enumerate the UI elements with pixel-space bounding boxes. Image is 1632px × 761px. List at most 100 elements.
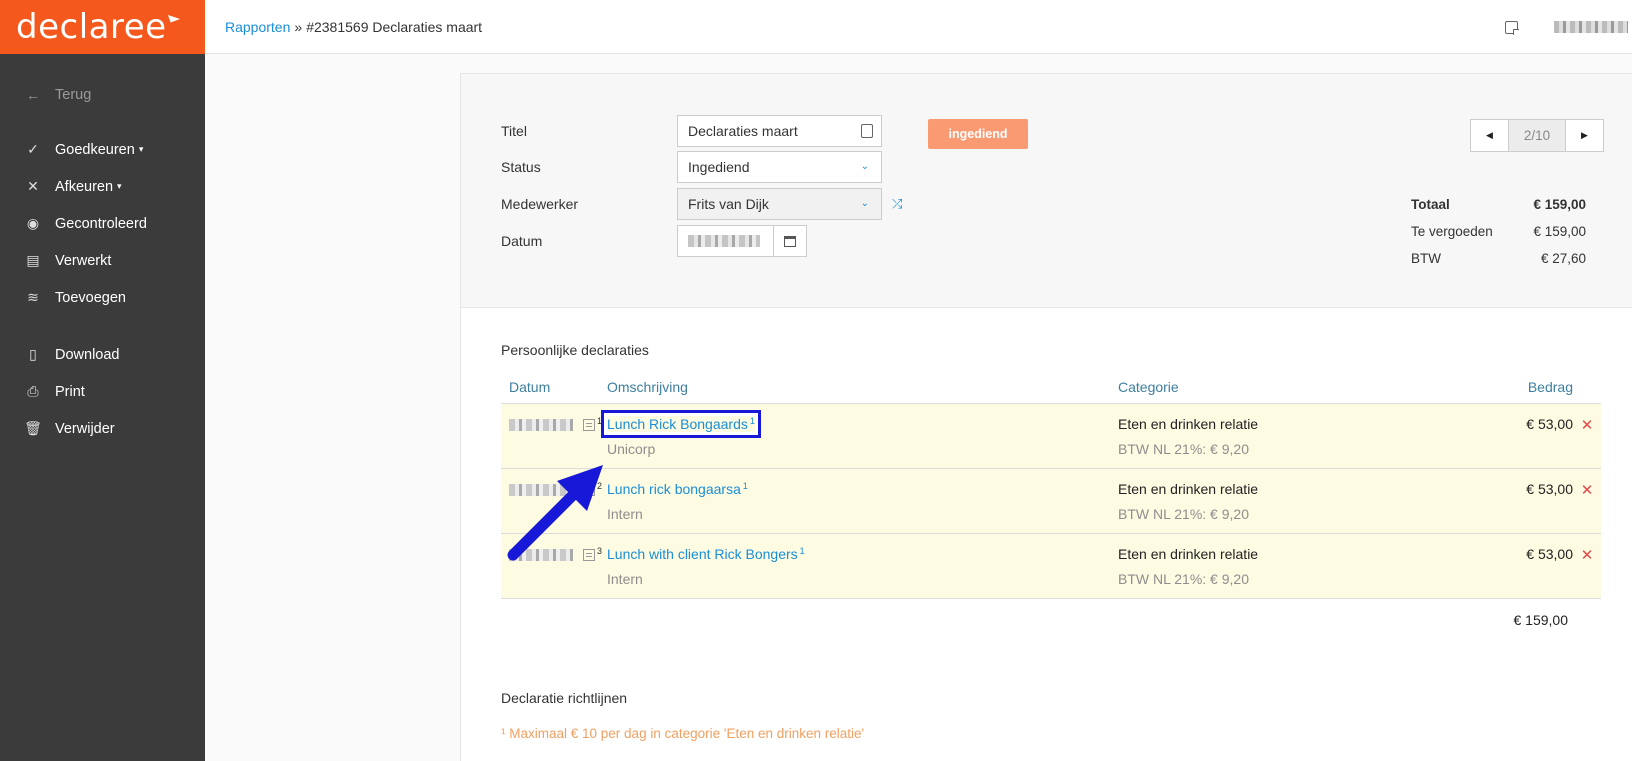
prev-report-button[interactable]: ◀ bbox=[1471, 120, 1508, 151]
col-date-header[interactable]: Datum bbox=[501, 379, 607, 395]
title-label: Titel bbox=[501, 123, 527, 139]
eye-icon: ◉ bbox=[26, 215, 40, 231]
breadcrumb-link-rapporten[interactable]: Rapporten bbox=[225, 19, 290, 35]
shuffle-icon[interactable]: ⤮ bbox=[892, 196, 902, 212]
col-category-header[interactable]: Categorie bbox=[1118, 379, 1473, 395]
next-report-button[interactable]: ▶ bbox=[1566, 120, 1603, 151]
sidebar-item-label: Goedkeuren bbox=[55, 141, 135, 158]
chevron-down-icon: ⌄ bbox=[860, 161, 869, 172]
check-icon: ✓ bbox=[27, 141, 39, 157]
sidebar-item-label: Print bbox=[55, 383, 85, 400]
section-title: Persoonlijke declaraties bbox=[501, 342, 649, 358]
employee-row: Medewerker Frits van Dijk ⌄ ⤮ bbox=[501, 188, 902, 220]
receipt-count: 1 bbox=[597, 416, 603, 426]
declaree-logo[interactable]: declaree bbox=[0, 0, 205, 54]
expense-title-link[interactable]: Lunch with client Rick Bongers 1 bbox=[607, 546, 805, 562]
expense-category: Eten en drinken relatie bbox=[1118, 481, 1259, 497]
arrow-left-icon: ← bbox=[26, 86, 40, 103]
date-row: Datum bbox=[501, 225, 807, 257]
chevron-down-icon: ⌄ bbox=[860, 198, 869, 209]
total-label: Totaal bbox=[1411, 197, 1450, 212]
guideline-note-marker: 1 bbox=[799, 546, 805, 556]
sidebar-item-label: Toevoegen bbox=[55, 289, 126, 306]
report-header: Titel Declaraties maart Status Ingediend… bbox=[461, 74, 1632, 308]
pdf-icon: ▯ bbox=[29, 346, 37, 362]
vat-value: € 27,60 bbox=[1540, 251, 1586, 266]
delete-expense-icon[interactable]: ✕ bbox=[1573, 546, 1601, 598]
pager-position: 2/10 bbox=[1508, 120, 1566, 151]
guidelines-title: Declaratie richtlijnen bbox=[501, 690, 628, 706]
annotation-arrow bbox=[507, 465, 603, 561]
table-header: Datum Omschrijving Categorie Bedrag bbox=[501, 370, 1601, 404]
back-label: Terug bbox=[55, 86, 92, 103]
expense-vat: BTW NL 21%: € 9,20 bbox=[1118, 571, 1249, 587]
expense-amount: € 53,00 bbox=[1526, 416, 1573, 432]
date-input[interactable] bbox=[677, 225, 774, 257]
report-card: Titel Declaraties maart Status Ingediend… bbox=[460, 73, 1632, 761]
expense-title-link[interactable]: Lunch rick bongaarsa 1 bbox=[607, 481, 748, 497]
sidebar-item-gecontroleerd[interactable]: ◉ Gecontroleerd bbox=[0, 205, 205, 242]
status-select[interactable]: Ingediend ⌄ bbox=[677, 151, 882, 183]
total-value: € 159,00 bbox=[1533, 197, 1586, 212]
sidebar-item-label: Verwijder bbox=[55, 420, 115, 437]
status-label: Status bbox=[501, 159, 541, 175]
date-value-redacted bbox=[688, 235, 760, 247]
status-value: Ingediend bbox=[688, 159, 750, 175]
guideline-note-marker: 1 bbox=[742, 481, 748, 491]
sidebar-item-afkeuren[interactable]: ✕ Afkeuren ▾ bbox=[0, 168, 205, 205]
expense-title: Lunch rick bongaarsa bbox=[607, 481, 741, 497]
sidebar-item-toevoegen[interactable]: ≋ Toevoegen bbox=[0, 279, 205, 316]
printer-icon: ⎙ bbox=[27, 383, 39, 399]
expense-project: Unicorp bbox=[607, 441, 656, 457]
col-description-header[interactable]: Omschrijving bbox=[607, 379, 1118, 395]
sidebar-item-print[interactable]: ⎙ Print bbox=[0, 373, 205, 410]
back-button[interactable]: ← Terug bbox=[0, 76, 205, 113]
breadcrumb-separator: » bbox=[294, 18, 303, 35]
status-badge[interactable]: ingediend bbox=[928, 119, 1028, 149]
trash-icon: 🗑 bbox=[24, 420, 42, 436]
sidebar-item-label: Verwerkt bbox=[55, 252, 112, 269]
totals-panel: Totaal € 159,00 Te vergoeden € 159,00 BTW €… bbox=[1411, 191, 1586, 272]
expense-vat: BTW NL 21%: € 9,20 bbox=[1118, 441, 1249, 457]
expense-project: Intern bbox=[607, 571, 643, 587]
expenses-table: Datum Omschrijving Categorie Bedrag 1 Lu… bbox=[501, 370, 1601, 641]
sidebar-item-verwerkt[interactable]: ▤ Verwerkt bbox=[0, 242, 205, 279]
contact-card-icon bbox=[861, 124, 873, 138]
expense-title: Lunch with client Rick Bongers bbox=[607, 546, 798, 562]
table-row[interactable]: 3 Lunch with client Rick Bongers 1 Intern… bbox=[501, 534, 1601, 599]
table-row[interactable]: 2 Lunch rick bongaarsa 1 Intern Eten en d… bbox=[501, 469, 1601, 534]
archive-icon: ▤ bbox=[26, 252, 40, 268]
delete-expense-icon[interactable]: ✕ bbox=[1573, 416, 1601, 468]
sidebar-item-label: Download bbox=[55, 346, 120, 363]
chevron-down-icon: ▾ bbox=[117, 181, 122, 191]
expense-project: Intern bbox=[607, 506, 643, 522]
calendar-icon bbox=[784, 235, 796, 247]
caret-right-icon: ▶ bbox=[1581, 130, 1588, 140]
calendar-button[interactable] bbox=[774, 225, 807, 257]
expense-amount: € 53,00 bbox=[1526, 481, 1573, 497]
title-row: Titel Declaraties maart bbox=[501, 115, 882, 147]
user-menu[interactable] bbox=[1554, 21, 1628, 33]
table-total: € 159,00 bbox=[1513, 612, 1569, 628]
chevron-down-icon: ▾ bbox=[138, 144, 144, 154]
expense-category: Eten en drinken relatie bbox=[1118, 416, 1259, 432]
delete-expense-icon[interactable]: ✕ bbox=[1573, 481, 1601, 533]
receipt-icon[interactable] bbox=[583, 419, 595, 431]
breadcrumb: Rapporten» #2381569 Declaraties maart bbox=[225, 19, 482, 35]
sidebar-item-download[interactable]: ▯ Download bbox=[0, 336, 205, 373]
expense-title-link[interactable]: Lunch Rick Bongaards 1 bbox=[601, 410, 761, 438]
employee-label: Medewerker bbox=[501, 196, 579, 212]
table-row[interactable]: 1 Lunch Rick Bongaards 1 Unicorp Eten en … bbox=[501, 404, 1601, 469]
expense-category: Eten en drinken relatie bbox=[1118, 546, 1259, 562]
employee-select[interactable]: Frits van Dijk ⌄ bbox=[677, 188, 882, 220]
sidebar-item-label: Gecontroleerd bbox=[55, 215, 147, 232]
x-icon: ✕ bbox=[27, 178, 39, 194]
expense-vat: BTW NL 21%: € 9,20 bbox=[1118, 506, 1249, 522]
notes-icon[interactable] bbox=[1505, 20, 1519, 35]
title-input[interactable]: Declaraties maart bbox=[677, 115, 882, 147]
sidebar-item-verwijder[interactable]: 🗑 Verwijder bbox=[0, 410, 205, 447]
col-amount-header[interactable]: Bedrag bbox=[1473, 379, 1573, 395]
sidebar-item-goedkeuren[interactable]: ✓ Goedkeuren ▾ bbox=[0, 131, 205, 168]
breadcrumb-current: #2381569 Declaraties maart bbox=[306, 18, 483, 35]
sidebar-item-label: Afkeuren bbox=[55, 178, 114, 195]
